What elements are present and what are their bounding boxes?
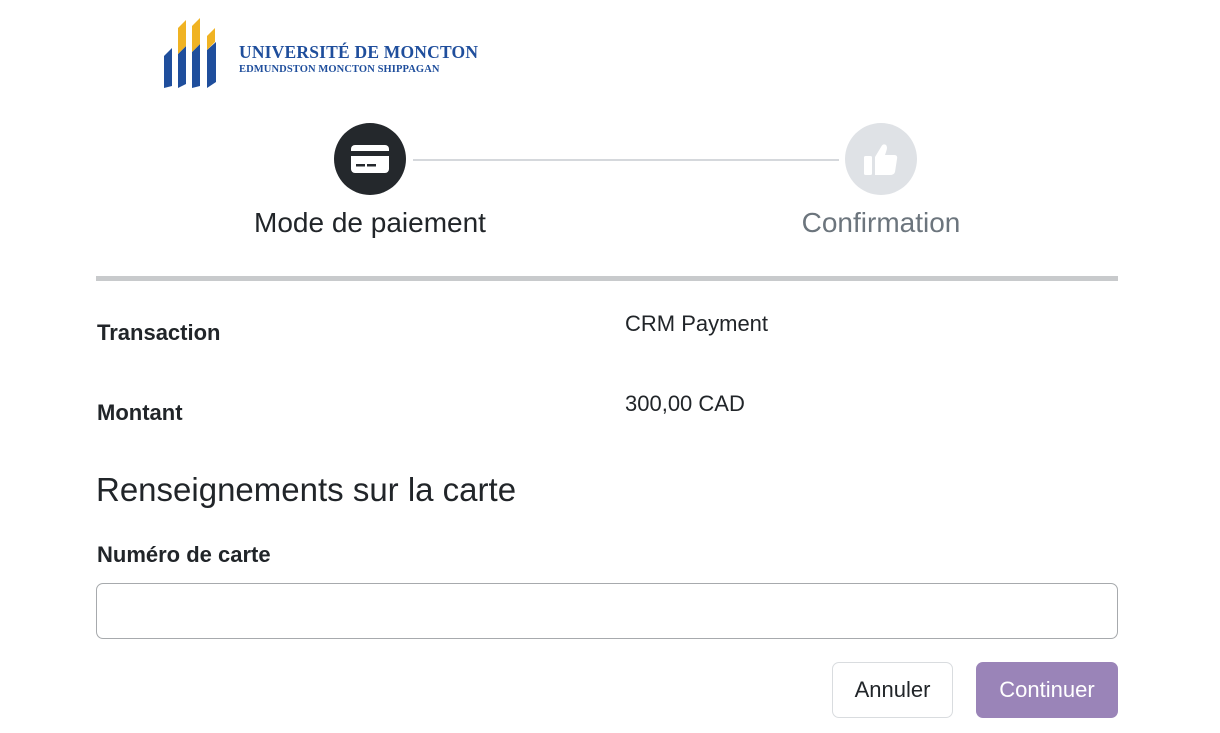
university-logo-text: UNIVERSITÉ DE MONCTON EDMUNDSTON MONCTON… <box>239 42 478 77</box>
section-divider <box>96 276 1118 281</box>
step-confirmation-label: Confirmation <box>801 207 961 238</box>
university-campuses: EDMUNDSTON MONCTON SHIPPAGAN <box>239 64 440 75</box>
university-name: UNIVERSITÉ DE MONCTON <box>239 42 479 62</box>
payment-stepper: Mode de paiement Confirmation <box>0 122 1220 252</box>
step-payment-method <box>334 123 406 195</box>
credit-card-icon <box>351 145 389 173</box>
step-connector <box>413 159 839 161</box>
transaction-label: Transaction <box>97 320 221 345</box>
cancel-button[interactable]: Annuler <box>832 662 953 718</box>
step-payment-method-label: Mode de paiement <box>254 207 486 238</box>
thumbs-up-icon <box>864 144 898 175</box>
transaction-value: CRM Payment <box>625 311 769 336</box>
payment-page: UNIVERSITÉ DE MONCTON EDMUNDSTON MONCTON… <box>0 0 1220 733</box>
university-logo: UNIVERSITÉ DE MONCTON EDMUNDSTON MONCTON… <box>163 16 478 92</box>
continue-button[interactable]: Continuer <box>976 662 1118 718</box>
card-section-title: Renseignements sur la carte <box>96 471 517 508</box>
card-number-label: Numéro de carte <box>97 542 271 567</box>
step-confirmation <box>845 123 917 195</box>
card-number-input[interactable] <box>96 583 1118 639</box>
university-logo-mark-icon <box>164 18 216 88</box>
amount-value: 300,00 CAD <box>625 391 745 416</box>
amount-label: Montant <box>97 400 183 425</box>
